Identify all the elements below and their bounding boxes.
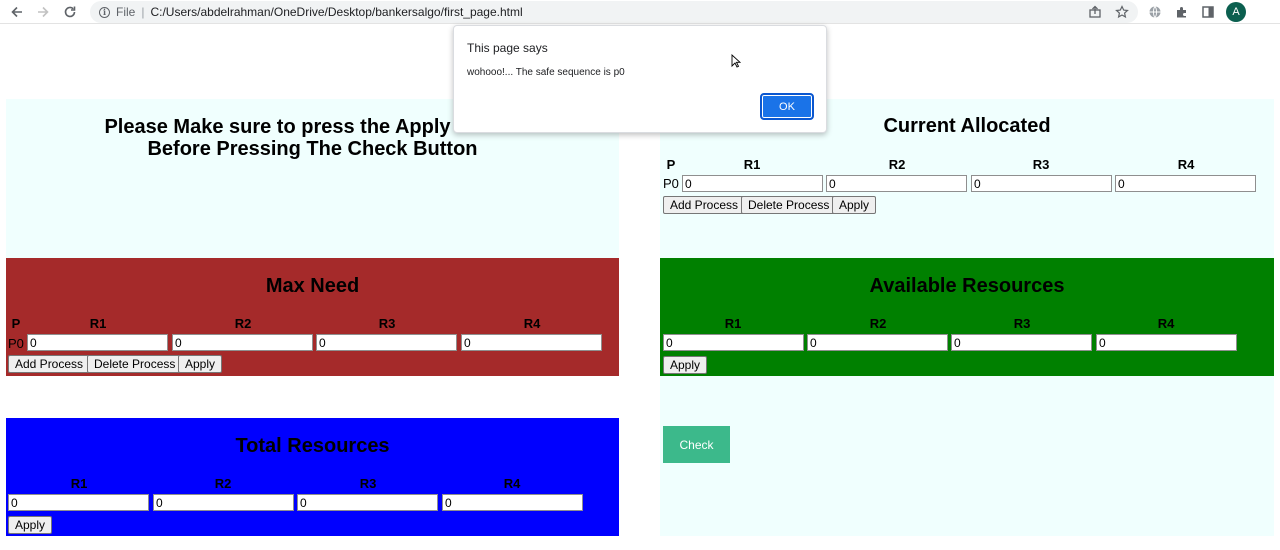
star-icon[interactable] [1113,3,1131,21]
allocated-p0-r3-input[interactable] [971,175,1112,192]
ok-button[interactable]: OK [760,93,814,120]
column-header-r3: R3 [1013,316,1031,331]
notice-line-2: Before Pressing The Check Button [147,138,478,160]
column-header-r4: R4 [503,476,521,491]
address-bar[interactable]: i File | C:/Users/abdelrahman/OneDrive/D… [90,1,1138,23]
column-header-r3: R3 [1032,157,1050,172]
column-header-r1: R1 [70,476,88,491]
max-need-p0-r4-input[interactable] [461,334,602,351]
column-header-r2: R2 [234,316,252,331]
column-header-r4: R4 [1177,157,1195,172]
process-label-p0: P0 [8,336,24,351]
url-text[interactable]: C:/Users/abdelrahman/OneDrive/Desktop/ba… [150,5,522,19]
reload-icon[interactable] [61,3,79,21]
apply-button[interactable]: Apply [8,516,53,534]
allocated-p0-r4-input[interactable] [1115,175,1256,192]
available-r1-input[interactable] [663,334,804,351]
column-header-r2: R2 [869,316,887,331]
column-header-r2: R2 [888,157,906,172]
info-icon[interactable]: i [99,6,110,18]
total-r3-input[interactable] [297,494,438,511]
share-icon[interactable] [1086,3,1104,21]
column-header-r3: R3 [359,476,377,491]
extensions-icon[interactable] [1173,3,1191,21]
column-header-r2: R2 [214,476,232,491]
dialog-title: This page says [467,41,548,55]
total-r1-input[interactable] [8,494,149,511]
profile-avatar[interactable]: A [1226,2,1246,22]
delete-process-button[interactable]: Delete Process [741,196,837,214]
column-header-r4: R4 [1157,316,1175,331]
check-button[interactable]: Check [663,426,730,463]
total-r2-input[interactable] [153,494,294,511]
mouse-cursor-icon [731,54,741,68]
total-resources-title: Total Resources [235,435,390,457]
max-need-p0-r2-input[interactable] [172,334,313,351]
apply-button[interactable]: Apply [663,356,708,374]
process-label-p0: P0 [663,176,679,191]
column-header-r3: R3 [378,316,396,331]
available-resources-panel: Available Resources R1 R2 R3 R4 Apply [660,258,1274,376]
column-header-r1: R1 [743,157,761,172]
apply-button[interactable]: Apply [178,355,223,373]
available-r2-input[interactable] [807,334,948,351]
back-icon[interactable] [8,3,26,21]
column-header-r1: R1 [724,316,742,331]
total-r4-input[interactable] [442,494,583,511]
add-process-button[interactable]: Add Process [8,355,91,373]
available-r3-input[interactable] [951,334,1092,351]
max-need-title: Max Need [265,275,360,297]
column-header-p: P [666,157,676,172]
available-resources-title: Available Resources [869,275,1065,297]
apply-button[interactable]: Apply [832,196,877,214]
max-need-p0-r3-input[interactable] [316,334,457,351]
dialog-message: wohooo!... The safe sequence is p0 [467,67,625,78]
check-panel [660,376,1274,536]
column-header-p: P [11,316,21,331]
browser-toolbar: i File | C:/Users/abdelrahman/OneDrive/D… [0,0,1280,24]
translate-icon[interactable] [1146,3,1164,21]
delete-process-button[interactable]: Delete Process [87,355,183,373]
column-header-r1: R1 [89,316,107,331]
available-r4-input[interactable] [1096,334,1237,351]
allocated-p0-r2-input[interactable] [826,175,967,192]
add-process-button[interactable]: Add Process [663,196,746,214]
url-separator: | [141,5,145,19]
column-header-r4: R4 [523,316,541,331]
url-scheme-label: File [116,5,136,19]
allocated-p0-r1-input[interactable] [682,175,823,192]
total-resources-panel: Total Resources R1 R2 R3 R4 Apply [6,418,619,536]
forward-icon[interactable] [34,3,52,21]
max-need-p0-r1-input[interactable] [27,334,168,351]
alert-dialog: This page says wohooo!... The safe seque… [453,25,827,133]
max-need-panel: Max Need P R1 R2 R3 R4 P0 Add Process De… [6,258,619,376]
sidebar-icon[interactable] [1199,3,1217,21]
